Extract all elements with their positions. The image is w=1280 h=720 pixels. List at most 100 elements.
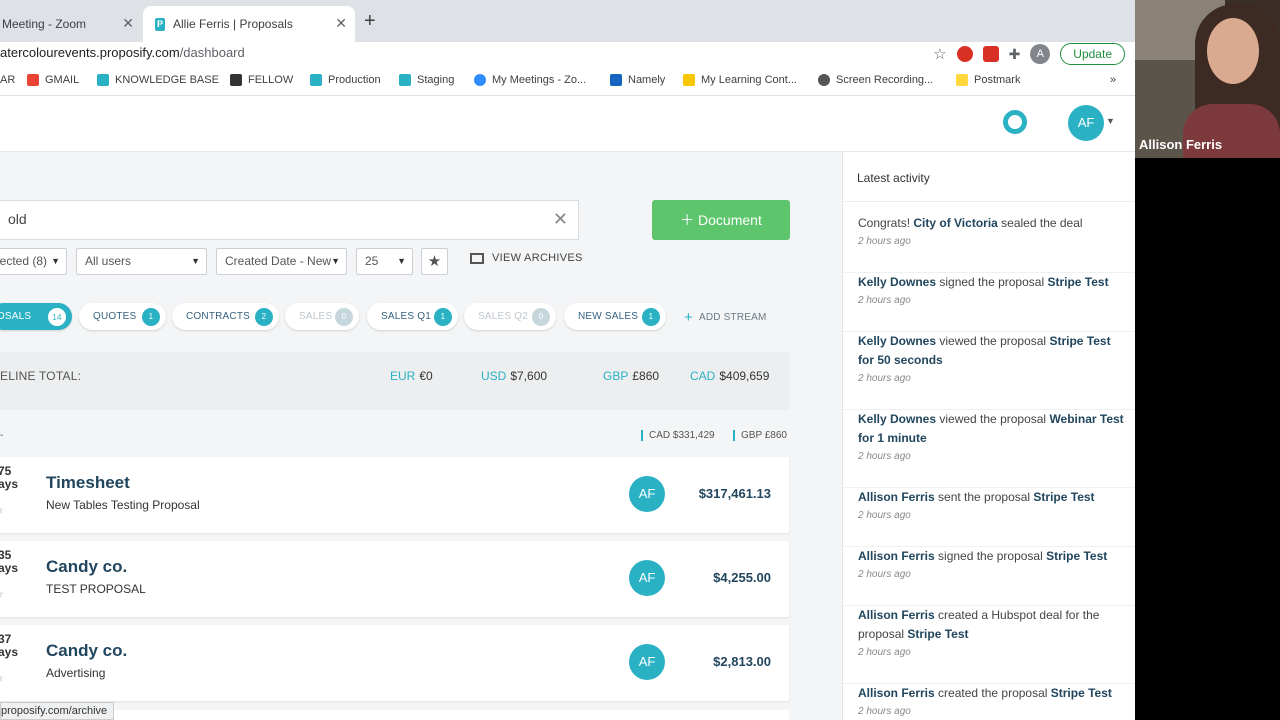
stream-proposals[interactable]: POSALS 14	[0, 303, 72, 330]
bookmarks-overflow-button[interactable]: »	[1110, 74, 1116, 86]
pipeline-currency: GBP £860	[603, 369, 660, 383]
proposify-icon	[310, 74, 322, 86]
bookmark-item[interactable]: Production	[310, 74, 381, 86]
activity-item: Allison Ferris created the proposal Stri…	[843, 684, 1135, 720]
bookmark-item[interactable]: GMAIL	[27, 74, 79, 86]
stream-new-sales[interactable]: NEW SALES 1	[564, 303, 666, 330]
new-tab-icon[interactable]: +	[364, 10, 376, 33]
activity-item: Allison Ferris created a Hubspot deal fo…	[843, 606, 1135, 684]
starred-filter-button[interactable]: ★	[421, 248, 448, 275]
activity-time: 2 hours ago	[858, 706, 911, 717]
proposal-card[interactable]: 75ays ★ Timesheet New Tables Testing Pro…	[0, 457, 789, 533]
group-subtotals: - CAD $331,429 GBP £860	[0, 430, 787, 441]
mail-extension-icon[interactable]	[982, 46, 999, 62]
proposal-amount: $317,461.13	[698, 486, 771, 501]
app-header: AF ▼	[0, 96, 1135, 152]
fellow-icon	[230, 74, 242, 86]
help-lifebuoy-icon[interactable]	[1003, 110, 1027, 134]
owner-avatar: AF	[629, 476, 665, 512]
bookmark-item[interactable]: My Meetings - Zo...	[474, 74, 586, 86]
proposal-card[interactable]: 35ays ★ Candy co. TEST PROPOSAL AF $4,25…	[0, 541, 789, 617]
subtotal-item: GBP £860	[733, 430, 787, 441]
subtotal-item: CAD $331,429	[641, 430, 715, 441]
account-avatar[interactable]: A	[1030, 44, 1051, 64]
pipeline-total-bar: ELINE TOTAL: EUR €0 USD $7,600 GBP £860 CAD…	[0, 352, 790, 410]
participant-name: Allison Ferris	[1139, 137, 1223, 152]
new-document-button[interactable]: ＋ Document	[652, 200, 790, 240]
activity-panel: Latest activity Congrats! City of Victor…	[842, 152, 1135, 720]
chevron-down-icon: ▼	[191, 256, 200, 266]
days-open: 37 ays	[0, 632, 19, 659]
bookmark-item[interactable]: My Learning Cont...	[683, 74, 797, 86]
activity-time: 2 hours ago	[858, 510, 911, 521]
star-icon: ★	[427, 253, 442, 270]
tab-label: Allie Ferris | Proposals	[173, 17, 293, 31]
bookmarks-bar: AR GMAIL KNOWLEDGE BASE FELLOW Productio…	[0, 66, 1135, 96]
bookmark-item[interactable]: Postmark	[956, 74, 1020, 86]
bookmark-item[interactable]: KNOWLEDGE BASE	[97, 74, 219, 86]
proposal-amount: $2,813.00	[713, 654, 771, 669]
update-button[interactable]: Update	[1060, 43, 1125, 65]
bookmark-item[interactable]: Screen Recording...	[818, 74, 933, 86]
stream-count-badge: 1	[434, 308, 452, 326]
pipeline-currency: USD $7,600	[481, 369, 548, 383]
proposal-title[interactable]: Timesheet	[46, 473, 130, 493]
search-input[interactable]	[8, 211, 528, 227]
search-box: ✕	[0, 200, 579, 240]
activity-item: Congrats! City of Victoria sealed the de…	[843, 214, 1135, 273]
plus-icon: ＋	[680, 212, 699, 228]
activity-time: 2 hours ago	[858, 451, 911, 462]
plus-icon: +	[684, 309, 693, 326]
per-page-select[interactable]: 25 ▼	[356, 248, 413, 275]
tab-label: Meeting - Zoom	[2, 17, 87, 31]
stream-count-badge: 1	[642, 308, 660, 326]
add-stream-button[interactable]: + ADD STREAM	[684, 309, 767, 326]
proposal-subtitle: Advertising	[46, 666, 106, 680]
stream-count-badge: 1	[142, 308, 160, 326]
star-icon[interactable]: ★	[0, 671, 5, 685]
star-icon[interactable]: ★	[0, 503, 5, 517]
star-icon[interactable]: ★	[0, 587, 5, 601]
namely-icon	[610, 74, 622, 86]
pipeline-total-label: ELINE TOTAL:	[0, 369, 82, 383]
stream-sales-q2[interactable]: SALES Q2 0	[464, 303, 556, 330]
user-avatar[interactable]: AF	[1068, 105, 1104, 141]
owner-avatar: AF	[629, 560, 665, 596]
bookmark-item[interactable]: FELLOW	[230, 74, 293, 86]
bookmark-item[interactable]: AR	[0, 74, 15, 86]
activity-item: Kelly Downes viewed the proposal Stripe …	[843, 332, 1135, 410]
stream-count-badge: 2	[255, 308, 273, 326]
status-filter-select[interactable]: lected (8) ▼	[0, 248, 67, 275]
extensions-puzzle-icon[interactable]: ✚	[1009, 46, 1021, 63]
stream-count-badge: 0	[532, 308, 550, 326]
proposal-card[interactable]: 37ays ★ Candy co. Advertising AF $2,813.…	[0, 625, 789, 701]
stream-sales[interactable]: SALES 0	[285, 303, 359, 330]
bookmark-item[interactable]: Namely	[610, 74, 665, 86]
close-icon[interactable]: ✕	[122, 15, 134, 32]
tab-zoom-meeting[interactable]: Meeting - Zoom ✕	[0, 6, 142, 42]
bookmark-star-icon[interactable]: ☆	[933, 45, 946, 63]
bookmark-item[interactable]: Staging	[399, 74, 454, 86]
activity-time: 2 hours ago	[858, 236, 911, 247]
participant-video-tile[interactable]: Allison Ferris	[1135, 0, 1280, 158]
proposal-title[interactable]: Candy co.	[46, 557, 127, 577]
activity-item: Allison Ferris signed the proposal Strip…	[843, 547, 1135, 606]
close-icon[interactable]: ✕	[335, 15, 347, 32]
extension-icon[interactable]	[956, 46, 973, 62]
chevron-down-icon[interactable]: ▼	[1106, 116, 1115, 126]
url-field[interactable]: atercolourevents.proposify.com/dashboard	[0, 45, 245, 60]
activity-title: Latest activity	[843, 152, 1135, 202]
tab-proposals[interactable]: P Allie Ferris | Proposals ✕	[143, 6, 355, 42]
proposal-title[interactable]: Candy co.	[46, 641, 127, 661]
proposify-icon	[399, 74, 411, 86]
sort-select[interactable]: Created Date - New ▼	[216, 248, 347, 275]
stream-quotes[interactable]: QUOTES 1	[79, 303, 166, 330]
stream-sales-q1[interactable]: SALES Q1 1	[367, 303, 458, 330]
users-filter-select[interactable]: All users ▼	[76, 248, 207, 275]
view-archives-link[interactable]: VIEW ARCHIVES	[470, 252, 583, 264]
activity-item: Kelly Downes signed the proposal Stripe …	[843, 273, 1135, 332]
clear-search-icon[interactable]: ✕	[553, 209, 568, 230]
address-bar[interactable]: atercolourevents.proposify.com/dashboard…	[0, 42, 1135, 66]
proposal-card[interactable]	[0, 710, 789, 720]
stream-contracts[interactable]: CONTRACTS 2	[172, 303, 279, 330]
